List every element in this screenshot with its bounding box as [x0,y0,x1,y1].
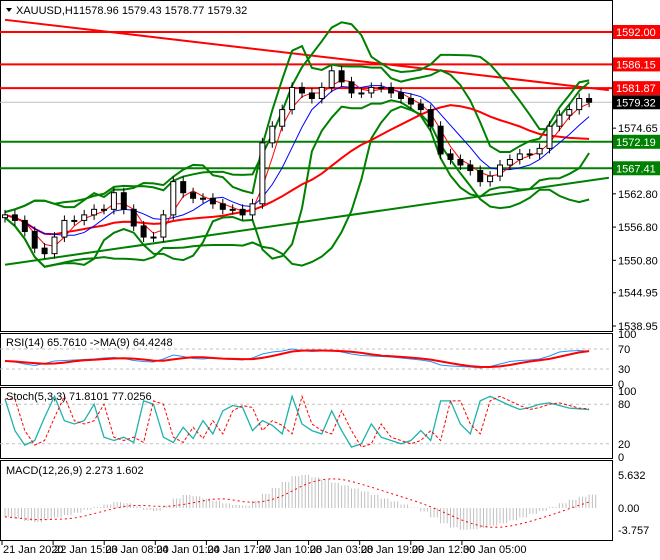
candle-body [388,86,395,94]
candle-body [170,181,177,216]
candle-body [71,219,78,222]
rsi-scale-label: 30 [618,364,630,376]
candle-body [398,92,404,100]
candle-body [437,125,444,155]
candle-body [229,208,236,211]
candle-body [140,225,147,238]
candle-body [120,192,127,210]
candle-body [81,214,88,221]
rsi-scale-label: 70 [618,344,630,356]
candle-body [338,70,345,83]
candle-body [11,214,18,221]
candle-body [417,103,424,111]
chart-canvas[interactable]: 1574.651562.801556.801550.801544.951538.… [0,0,660,560]
candle-body [457,158,464,166]
candle-body [150,236,157,239]
candle-body [209,197,216,205]
candle-body [487,175,494,183]
price-tick-label: 1562.80 [618,189,658,201]
macd-label: MACD(12,26,9) 2.273 1.602 [6,465,144,477]
level-price-label: 1581.87 [616,83,656,95]
candle-body [497,164,503,177]
candle-body [358,92,365,95]
candle-body [110,192,117,210]
candle-body [546,125,553,149]
candle-body [566,109,573,116]
candle-body [190,192,197,199]
macd-scale-label: 5.632 [618,470,646,482]
symbol-label: XAUUSD,H1 [16,5,79,17]
candle-body [91,208,98,216]
candle-body [101,208,107,211]
candle-body [467,164,474,172]
main-panel [0,0,613,332]
candle-body [368,86,375,94]
macd-scale-label: 0.00 [618,503,639,515]
level-price-label: 1592.00 [616,27,656,39]
candle-body [299,86,305,94]
stoch-scale-label: 80 [618,399,630,411]
candle-body [249,203,256,216]
candle-body [279,109,286,127]
ohlc-label: 1578.96 1579.43 1578.77 1579.32 [79,5,247,17]
candle-body [526,153,533,156]
rsi-scale-label: 100 [618,329,636,341]
candle-body [328,70,335,88]
candle-body [378,86,385,89]
level-price-label: 1572.19 [616,137,656,149]
candle-body [130,208,137,227]
trading-chart-window[interactable]: 1574.65 1562.80 1556.80 1550.80 1544.95 1538.… [0,0,660,560]
stoch-scale-label: 0 [618,452,624,464]
candle-body [427,109,434,127]
rsi-label: RSI(14) 65.7610 ->MA(9) 64.4248 [6,337,173,349]
candle-body [259,142,266,205]
candle-body [61,219,68,238]
candle-body [477,170,484,183]
level-price-label: 1567.41 [616,163,656,175]
candle-body [308,92,315,100]
candle-body [200,197,206,200]
stoch-scale-label: 100 [618,386,636,398]
price-tick-label: 1574.65 [618,123,658,135]
candle-body [506,158,513,166]
candle-body [239,208,246,216]
candle-body [31,231,38,249]
price-tick-label: 1556.80 [618,222,658,234]
candle-body [556,114,563,127]
price-tick-label: 1550.80 [618,255,658,267]
candle-body [21,219,28,233]
candle-body [536,147,543,155]
candle-body [348,81,355,94]
price-tick-label: 1544.95 [618,288,658,300]
candle-body [269,125,276,144]
candle-body [318,86,325,100]
current-price-label: 1579.32 [616,97,656,109]
time-label: 30 Jan 05:00 [463,544,527,556]
stoch-label: Stoch(5,3,3) 71.8101 77.0256 [6,391,152,403]
macd-scale-label: -3.757 [618,525,649,537]
candle-body [41,247,48,255]
candle-body [447,153,454,160]
candle-body [160,214,167,238]
candle-body [586,98,593,103]
candle-body [51,236,58,255]
stoch-scale-label: 20 [618,439,630,451]
candle-body [2,214,8,219]
candle-body [407,98,414,105]
candle-body [516,153,523,160]
candle-body [219,203,226,210]
candle-body [180,181,187,194]
level-price-label: 1586.15 [616,59,656,71]
candle-body [576,98,583,111]
candle-body [289,86,296,111]
